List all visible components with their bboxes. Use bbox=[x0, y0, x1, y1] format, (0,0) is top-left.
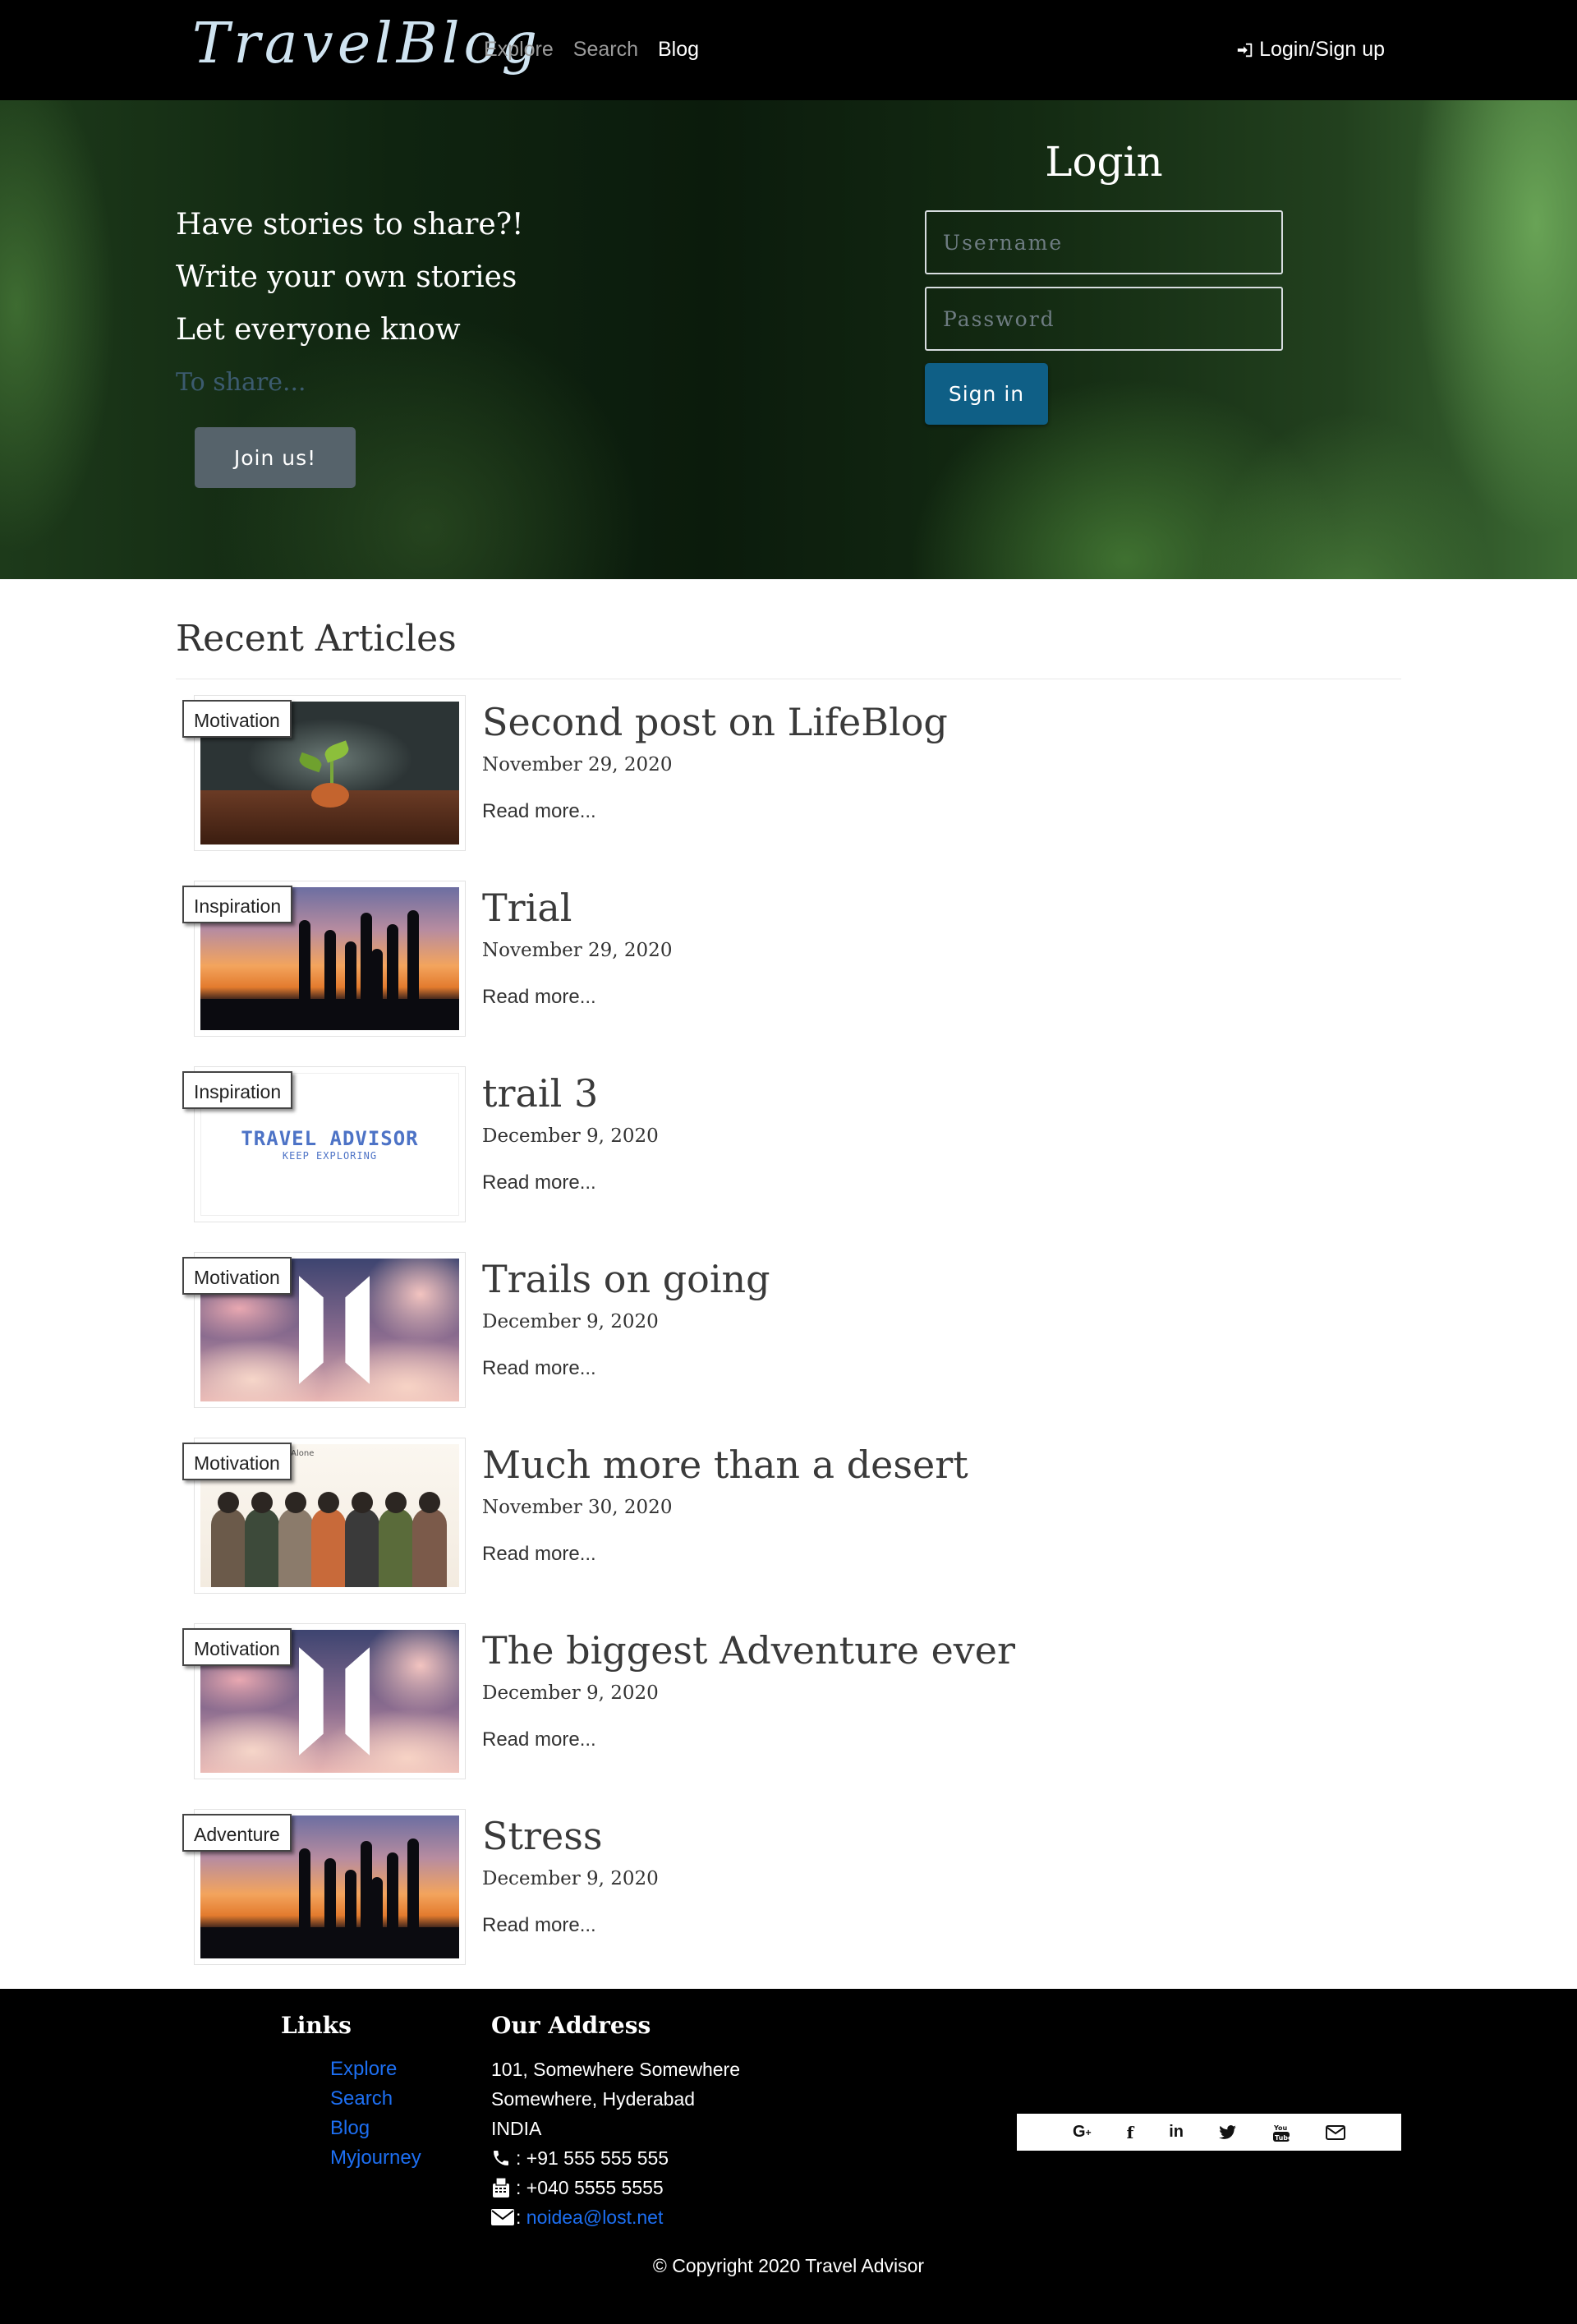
fax-row: : +040 5555 5555 bbox=[491, 2173, 740, 2202]
youtube-icon[interactable]: You Tube bbox=[1272, 2123, 1290, 2142]
article-title[interactable]: trail 3 bbox=[482, 1071, 598, 1116]
address-line: 101, Somewhere Somewhere bbox=[491, 2059, 740, 2080]
nav-search[interactable]: Search bbox=[573, 38, 638, 62]
login-title: Login bbox=[1045, 138, 1163, 186]
footer-links-heading: Links bbox=[281, 2012, 352, 2039]
article-date: December 9, 2020 bbox=[482, 1125, 659, 1147]
article-title[interactable]: The biggest Adventure ever bbox=[482, 1628, 1015, 1673]
read-more-link[interactable]: Read more... bbox=[482, 986, 596, 1009]
category-tag: Inspiration bbox=[182, 886, 293, 923]
nav-links: Explore Search Blog bbox=[484, 38, 699, 62]
footer: Links Explore Search Blog Myjourney Our … bbox=[0, 1989, 1577, 2324]
recent-articles-heading: Recent Articles bbox=[176, 618, 457, 660]
sign-in-button[interactable]: Sign in bbox=[925, 363, 1048, 425]
google-plus-icon[interactable]: G + bbox=[1073, 2123, 1092, 2142]
article-title[interactable]: Trial bbox=[482, 886, 572, 930]
social-bar: G + f in You Tube bbox=[1017, 2114, 1401, 2151]
read-more-link[interactable]: Read more... bbox=[482, 800, 596, 823]
join-us-button[interactable]: Join us! bbox=[195, 427, 356, 488]
login-signup-link[interactable]: Login/Sign up bbox=[1236, 38, 1385, 62]
article-card[interactable]: Motivation The biggest Adventure ever Dece… bbox=[176, 1623, 1401, 1779]
fax-icon bbox=[491, 2177, 516, 2198]
footer-link-search[interactable]: Search bbox=[330, 2084, 421, 2114]
nav-blog[interactable]: Blog bbox=[658, 38, 699, 62]
article-card[interactable]: Motivation Trails on going December 9, 202… bbox=[176, 1252, 1401, 1408]
address-line: INDIA bbox=[491, 2118, 542, 2139]
logo-image-subtitle: KEEP EXPLORING bbox=[282, 1150, 378, 1162]
phone-number: : +91 555 555 555 bbox=[516, 2147, 669, 2169]
navbar: TravelBlog Explore Search Blog Login/Sig… bbox=[0, 0, 1577, 100]
username-input[interactable] bbox=[925, 210, 1283, 274]
phone-icon bbox=[491, 2148, 516, 2168]
article-title[interactable]: Trails on going bbox=[482, 1257, 770, 1301]
article-title[interactable]: Second post on LifeBlog bbox=[482, 700, 948, 744]
envelope-icon bbox=[491, 2209, 516, 2225]
read-more-link[interactable]: Read more... bbox=[482, 1543, 596, 1566]
mail-icon[interactable] bbox=[1325, 2124, 1345, 2140]
linkedin-icon[interactable]: in bbox=[1169, 2123, 1184, 2142]
footer-address-heading: Our Address bbox=[491, 2012, 651, 2039]
article-card[interactable]: Never Walk AloneMotivationMuch more than… bbox=[176, 1438, 1401, 1594]
read-more-link[interactable]: Read more... bbox=[482, 1171, 596, 1194]
article-date: December 9, 2020 bbox=[482, 1868, 659, 1889]
category-tag: Motivation bbox=[182, 1257, 292, 1295]
read-more-link[interactable]: Read more... bbox=[482, 1357, 596, 1380]
footer-link-myjourney[interactable]: Myjourney bbox=[330, 2143, 421, 2173]
svg-text:You: You bbox=[1273, 2124, 1288, 2132]
facebook-icon[interactable]: f bbox=[1127, 2123, 1134, 2142]
address-line: Somewhere, Hyderabad bbox=[491, 2088, 696, 2110]
article-card[interactable]: Motivation Second post on LifeBlog Novembe… bbox=[176, 695, 1401, 851]
article-date: November 29, 2020 bbox=[482, 940, 673, 961]
hero-line-faded: To share... bbox=[176, 368, 306, 397]
email-link[interactable]: noidea@lost.net bbox=[526, 2202, 664, 2232]
read-more-link[interactable]: Read more... bbox=[482, 1728, 596, 1751]
article-date: November 30, 2020 bbox=[482, 1497, 673, 1518]
category-tag: Motivation bbox=[182, 1443, 292, 1480]
article-card[interactable]: Inspiration Trial November 29, 2020 Read mo… bbox=[176, 881, 1401, 1037]
hero-line: Have stories to share?! bbox=[176, 208, 524, 242]
hero-section: Have stories to share?! Write your own s… bbox=[0, 100, 1577, 579]
category-tag: Motivation bbox=[182, 700, 292, 738]
svg-text:Tube: Tube bbox=[1275, 2134, 1290, 2142]
category-tag: Motivation bbox=[182, 1628, 292, 1666]
phone-row: : +91 555 555 555 bbox=[491, 2143, 740, 2173]
article-title[interactable]: Stress bbox=[482, 1814, 602, 1858]
footer-link-blog[interactable]: Blog bbox=[330, 2114, 421, 2143]
nav-explore[interactable]: Explore bbox=[484, 38, 554, 62]
twitter-icon[interactable] bbox=[1219, 2124, 1237, 2140]
hero-line: Write your own stories bbox=[176, 260, 517, 294]
email-row: : noidea@lost.net bbox=[491, 2202, 740, 2232]
footer-address: 101, Somewhere Somewhere Somewhere, Hyde… bbox=[491, 2055, 740, 2232]
logo-image-title: TRAVEL ADVISOR bbox=[241, 1127, 419, 1150]
copyright: © Copyright 2020 Travel Advisor bbox=[652, 2255, 925, 2276]
article-date: November 29, 2020 bbox=[482, 754, 673, 775]
article-title[interactable]: Much more than a desert bbox=[482, 1443, 968, 1487]
read-more-link[interactable]: Read more... bbox=[482, 1914, 596, 1937]
login-signup-label: Login/Sign up bbox=[1259, 38, 1385, 61]
password-input[interactable] bbox=[925, 287, 1283, 351]
footer-link-explore[interactable]: Explore bbox=[330, 2055, 421, 2084]
article-card[interactable]: TRAVEL ADVISOR KEEP EXPLORING Inspiration t… bbox=[176, 1066, 1401, 1222]
hero-line: Let everyone know bbox=[176, 313, 461, 347]
sign-in-icon bbox=[1237, 43, 1253, 57]
category-tag: Inspiration bbox=[182, 1071, 293, 1109]
fax-number: : +040 5555 5555 bbox=[516, 2177, 664, 2198]
category-tag: Adventure bbox=[182, 1814, 292, 1852]
article-card[interactable]: Adventure Stress December 9, 2020 Read more… bbox=[176, 1809, 1401, 1965]
article-date: December 9, 2020 bbox=[482, 1682, 659, 1704]
footer-links: Explore Search Blog Myjourney bbox=[330, 2055, 421, 2173]
hero-tagline: Have stories to share?! Write your own s… bbox=[176, 199, 524, 409]
article-date: December 9, 2020 bbox=[482, 1311, 659, 1332]
